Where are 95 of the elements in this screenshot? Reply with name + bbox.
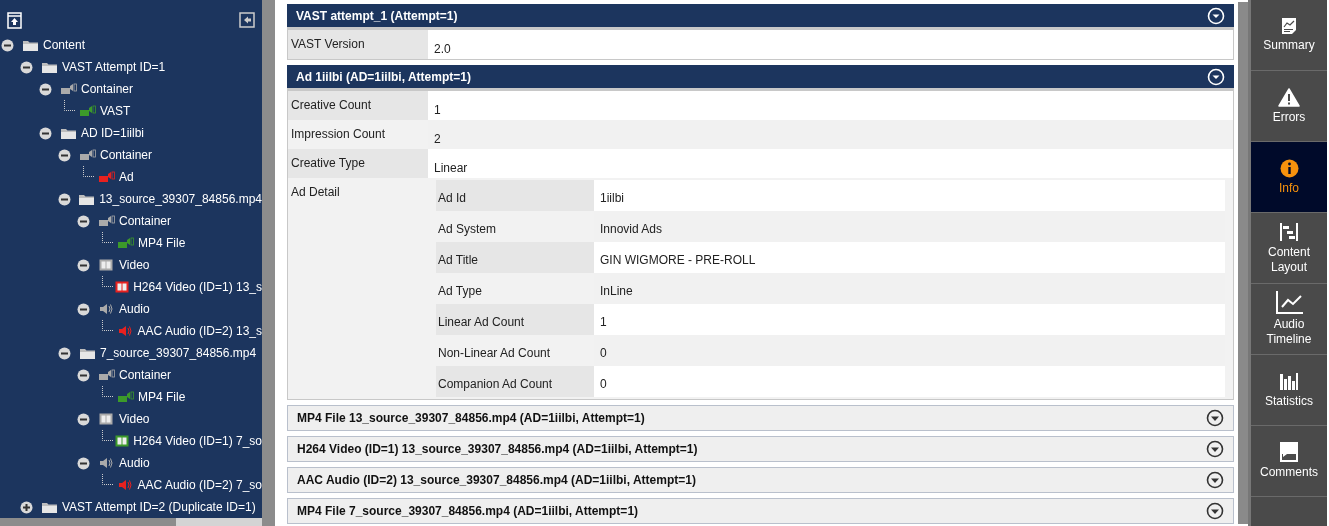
field-value: 0 (594, 366, 1225, 397)
collapse-icon[interactable] (58, 148, 71, 162)
comment-icon (1279, 442, 1299, 462)
field-value: 1 (594, 304, 1225, 335)
field-label: Companion Ad Count (436, 366, 594, 397)
tree-item[interactable]: VAST Attempt ID=2 (Duplicate ID=1) (62, 498, 256, 516)
chevron-icon[interactable] (1206, 502, 1224, 520)
tree-item[interactable]: 13_source_39307_84856.mp4 (99, 190, 262, 208)
field-value: 1iilbi (594, 180, 1225, 211)
collapse-icon[interactable] (39, 82, 52, 96)
horizontal-scrollbar[interactable] (0, 518, 275, 526)
collapse-icon[interactable] (77, 456, 90, 470)
field-label: Creative Count (288, 91, 428, 120)
line-chart-icon (1275, 291, 1303, 314)
bar-chart-icon (1279, 371, 1299, 391)
field-label: Ad Title (436, 242, 594, 273)
nav-tab[interactable]: Info (1251, 142, 1327, 213)
report-icon (1280, 17, 1298, 35)
field-value: 2 (428, 120, 1233, 149)
tree-connector (83, 166, 95, 177)
field-label: Impression Count (288, 120, 428, 149)
section-header[interactable]: MP4 File 7_source_39307_84856.mp4 (AD=1iilbi, Attempt=1) (287, 498, 1234, 524)
collapse-icon[interactable] (77, 412, 90, 426)
tree-connector (102, 276, 114, 287)
collapse-icon[interactable] (20, 60, 33, 74)
tree-connector (102, 232, 114, 243)
section-header[interactable]: AAC Audio (ID=2) 13_source_39307_84856.mp4 (AD=1iilbi, Attempt=1) (287, 467, 1234, 493)
field-label: Creative Type (288, 149, 428, 178)
tree-item[interactable]: Audio (119, 454, 150, 472)
folder-icon (40, 500, 58, 514)
tree-item[interactable]: MP4 File (138, 388, 186, 406)
tree-connector (102, 386, 114, 397)
section-header[interactable]: VAST attempt_1 (Attempt=1) (287, 4, 1234, 30)
tree-item[interactable]: H264 Video (ID=1) 13_s (133, 278, 262, 296)
tree-item[interactable]: Video (119, 256, 150, 274)
field-label: Ad Detail (288, 178, 428, 399)
field-value: GIN WIGMORE - PRE-ROLL (594, 242, 1225, 273)
tree-item[interactable]: Content (43, 36, 86, 54)
tree-item[interactable]: 7_source_39307_84856.mp4 (100, 344, 257, 362)
container-icon (97, 215, 115, 227)
chevron-icon[interactable] (1206, 471, 1224, 489)
chevron-icon[interactable] (1206, 409, 1224, 427)
container-icon (59, 83, 77, 95)
chevron-icon[interactable] (1206, 440, 1224, 458)
warning-icon (1278, 87, 1300, 107)
container-icon (97, 369, 115, 381)
tree-item[interactable]: AD ID=1iilbi (81, 124, 145, 142)
tree-item[interactable]: VAST Attempt ID=1 (62, 58, 166, 76)
tree-connector (64, 100, 76, 111)
expand-icon[interactable] (20, 500, 33, 514)
collapse-icon[interactable] (77, 258, 90, 272)
collapse-panel-icon[interactable] (239, 12, 255, 28)
speaker-icon (99, 303, 113, 315)
scrollbar[interactable] (1238, 2, 1248, 524)
collapse-icon[interactable] (77, 368, 90, 382)
scrollbar[interactable] (262, 0, 275, 518)
field-label: VAST Version (288, 30, 428, 59)
collapse-icon[interactable] (77, 214, 90, 228)
tree-connector (102, 430, 114, 441)
tree-item[interactable]: Container (119, 212, 172, 230)
tree-item[interactable]: H264 Video (ID=1) 7_so (133, 432, 262, 450)
tree-item[interactable]: AAC Audio (ID=2) 7_so (137, 476, 262, 494)
collapse-icon[interactable] (39, 126, 52, 140)
field-label: Linear Ad Count (436, 304, 594, 335)
speaker-icon (99, 457, 113, 469)
expand-panel-icon[interactable] (7, 12, 22, 29)
tree-item[interactable]: Video (119, 410, 150, 428)
folder-icon (77, 192, 95, 206)
section-header[interactable]: Ad 1iilbi (AD=1iilbi, Attempt=1) (287, 65, 1234, 91)
collapse-icon[interactable] (77, 302, 90, 316)
collapse-icon[interactable] (58, 346, 71, 360)
tree-item[interactable]: Container (119, 366, 172, 384)
folder-icon (40, 60, 58, 74)
folder-icon (78, 346, 96, 360)
container-icon (78, 149, 96, 161)
folder-icon (59, 126, 77, 140)
tree-item[interactable]: Audio (119, 300, 150, 318)
layout-icon (1279, 221, 1299, 242)
tree-connector (102, 320, 114, 331)
field-label: Ad Id (436, 180, 594, 211)
collapse-icon[interactable] (58, 192, 71, 206)
tree-item[interactable]: VAST (100, 102, 131, 120)
section-header[interactable]: H264 Video (ID=1) 13_source_39307_84856.mp4 (AD=1iilbi, Attempt=1) (287, 436, 1234, 462)
folder-icon (21, 38, 39, 52)
tree-item[interactable]: Ad (119, 168, 134, 186)
tree-connector (102, 474, 114, 485)
tree-item[interactable]: Container (100, 146, 153, 164)
film-icon (99, 413, 113, 425)
collapse-icon[interactable] (1, 38, 14, 52)
film-icon (99, 259, 113, 271)
tree-item[interactable]: MP4 File (138, 234, 186, 252)
section-header[interactable]: MP4 File 13_source_39307_84856.mp4 (AD=1iilbi, Attempt=1) (287, 405, 1234, 431)
info-icon (1279, 158, 1299, 178)
tree-item[interactable]: AAC Audio (ID=2) 13_s (137, 322, 262, 340)
tree-item[interactable]: Container (81, 80, 134, 98)
